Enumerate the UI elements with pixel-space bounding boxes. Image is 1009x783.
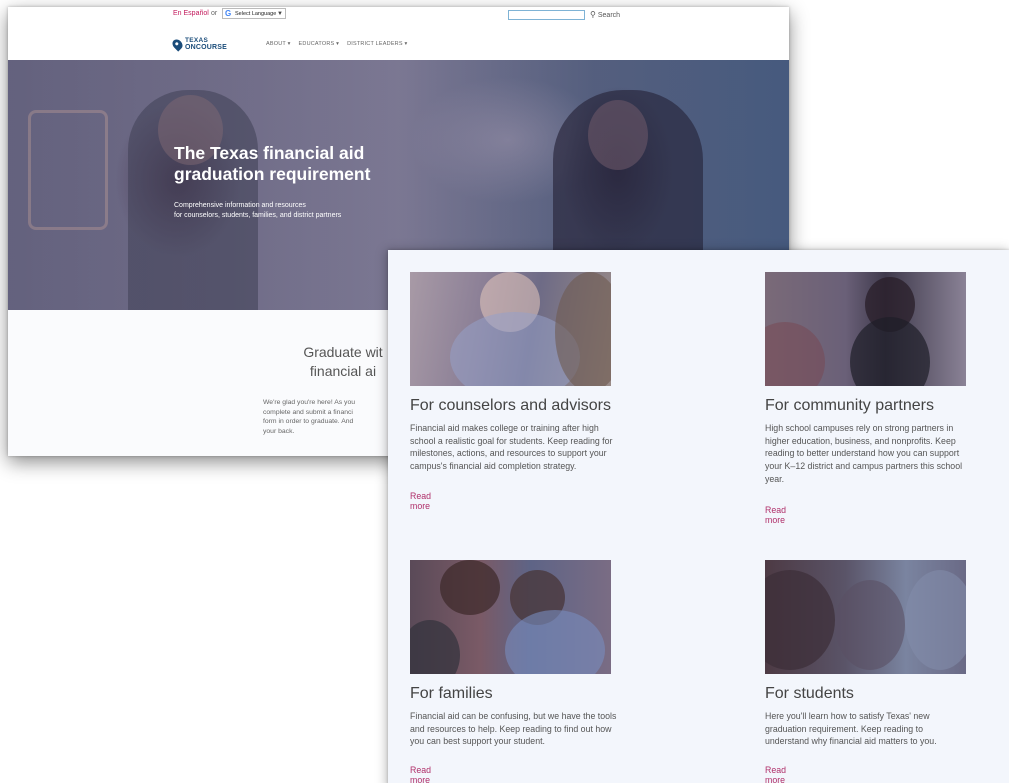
read-more-link[interactable]: Read more [410,491,431,511]
logo-line1: TEXAS [185,37,209,44]
hero-subtitle: Comprehensive information and resources … [174,201,424,221]
card-text-line: Financial aid makes college or training … [410,423,599,433]
card-text-line: milestones, actions, and resources to su… [410,448,607,459]
language-select-label: Select Language [235,11,277,17]
lang-or-text: or [211,10,218,17]
card-image-counselors [410,272,611,386]
photo-boy-shirt [505,610,605,674]
card-title: For community partners [765,397,934,414]
photo-student-right [905,570,966,670]
photo-student-left [765,570,835,670]
search-icon: ⚲ [590,10,596,19]
screenshot-stage: En Español or G Select Language ▼ ⚲ Searc… [0,0,1009,783]
hero-subtitle-line1: Comprehensive information and resources [174,202,306,209]
card-text-line: graduation requirement. Keep reading to [765,723,923,734]
card-text-line: campus's financial aid completion strate… [410,461,577,472]
main-navbar: TEXAS ONCOURSE ABOUT ▾ EDUCATORS ▾ DISTR… [8,29,789,60]
site-logo[interactable]: TEXAS ONCOURSE [170,37,233,53]
logo-line2: ONCOURSE [185,44,228,51]
nav-educators[interactable]: EDUCATORS ▾ [299,41,340,47]
card-image-families [410,560,611,674]
card-text-line: you can best support your student. [410,736,545,747]
card-text-line: reading to better understand how you can… [765,448,960,459]
section-text-line: complete and submit a financi [263,408,353,416]
card-text-line: school a realistic goal for students. Ke… [410,435,613,446]
photo-hair [555,272,611,386]
language-select[interactable]: G Select Language ▼ [222,8,286,19]
hero-title: The Texas financial aid graduation requi… [174,143,371,184]
read-more-link[interactable]: Read more [410,765,431,783]
card-text: Financial aid makes college or training … [410,422,650,473]
search-button-label: Search [597,12,621,19]
nav-about[interactable]: ABOUT ▾ [266,41,291,47]
photo-student-mid [835,580,905,670]
audience-cards-window: For counselors and advisors Financial ai… [388,250,1009,783]
card-text-line: year. [765,473,785,484]
card-title: For students [765,685,854,702]
card-text-line: Here you'll learn how to satisfy Texas' … [765,711,930,721]
section-text-line: We're glad you're here! As you [263,399,356,406]
caret-down-icon: ▼ [277,11,283,17]
search-button[interactable]: ⚲ Search [590,10,620,19]
card-text: High school campuses rely on strong part… [765,422,1000,486]
read-more-link[interactable]: Read more [765,505,786,525]
google-icon: G [225,9,232,18]
card-title: For families [410,685,493,702]
card-text-line: higher education, business, and nonprofi… [765,435,956,446]
photo-left [765,322,825,386]
nav-menu: ABOUT ▾ EDUCATORS ▾ DISTRICT LEADERS ▾ [266,41,407,47]
card-text: Here you'll learn how to satisfy Texas' … [765,710,990,748]
card-image-students [765,560,966,674]
search-input[interactable] [508,10,585,20]
card-text-line: understand why financial aid matters to … [765,736,937,747]
photo-girl-head [440,560,500,615]
card-text: Financial aid can be confusing, but we h… [410,710,655,748]
hero-subtitle-line2: for counselors, students, families, and … [174,212,342,219]
card-text-line: Financial aid can be confusing, but we h… [410,711,617,721]
section-text: We're glad you're here! As you complete … [263,398,403,436]
section-text-line: form in order to graduate. And [263,418,354,425]
photo-laptop [410,620,460,674]
nav-district-leaders[interactable]: DISTRICT LEADERS ▾ [347,41,407,47]
spanish-link[interactable]: En Español [173,10,209,17]
card-text-line: your K–12 district and campus partners t… [765,461,963,472]
card-title: For counselors and advisors [410,397,611,414]
photo-body [850,317,930,386]
top-utility-bar: En Español or G Select Language ▼ ⚲ Searc… [8,7,789,27]
card-text-line: and resources to help. Keep reading to f… [410,723,612,734]
card-image-community-partners [765,272,966,386]
read-more-link[interactable]: Read more [765,765,786,783]
card-text-line: High school campuses rely on strong part… [765,423,954,433]
section-text-line: your back. [263,427,295,435]
map-pin-icon [170,37,185,52]
